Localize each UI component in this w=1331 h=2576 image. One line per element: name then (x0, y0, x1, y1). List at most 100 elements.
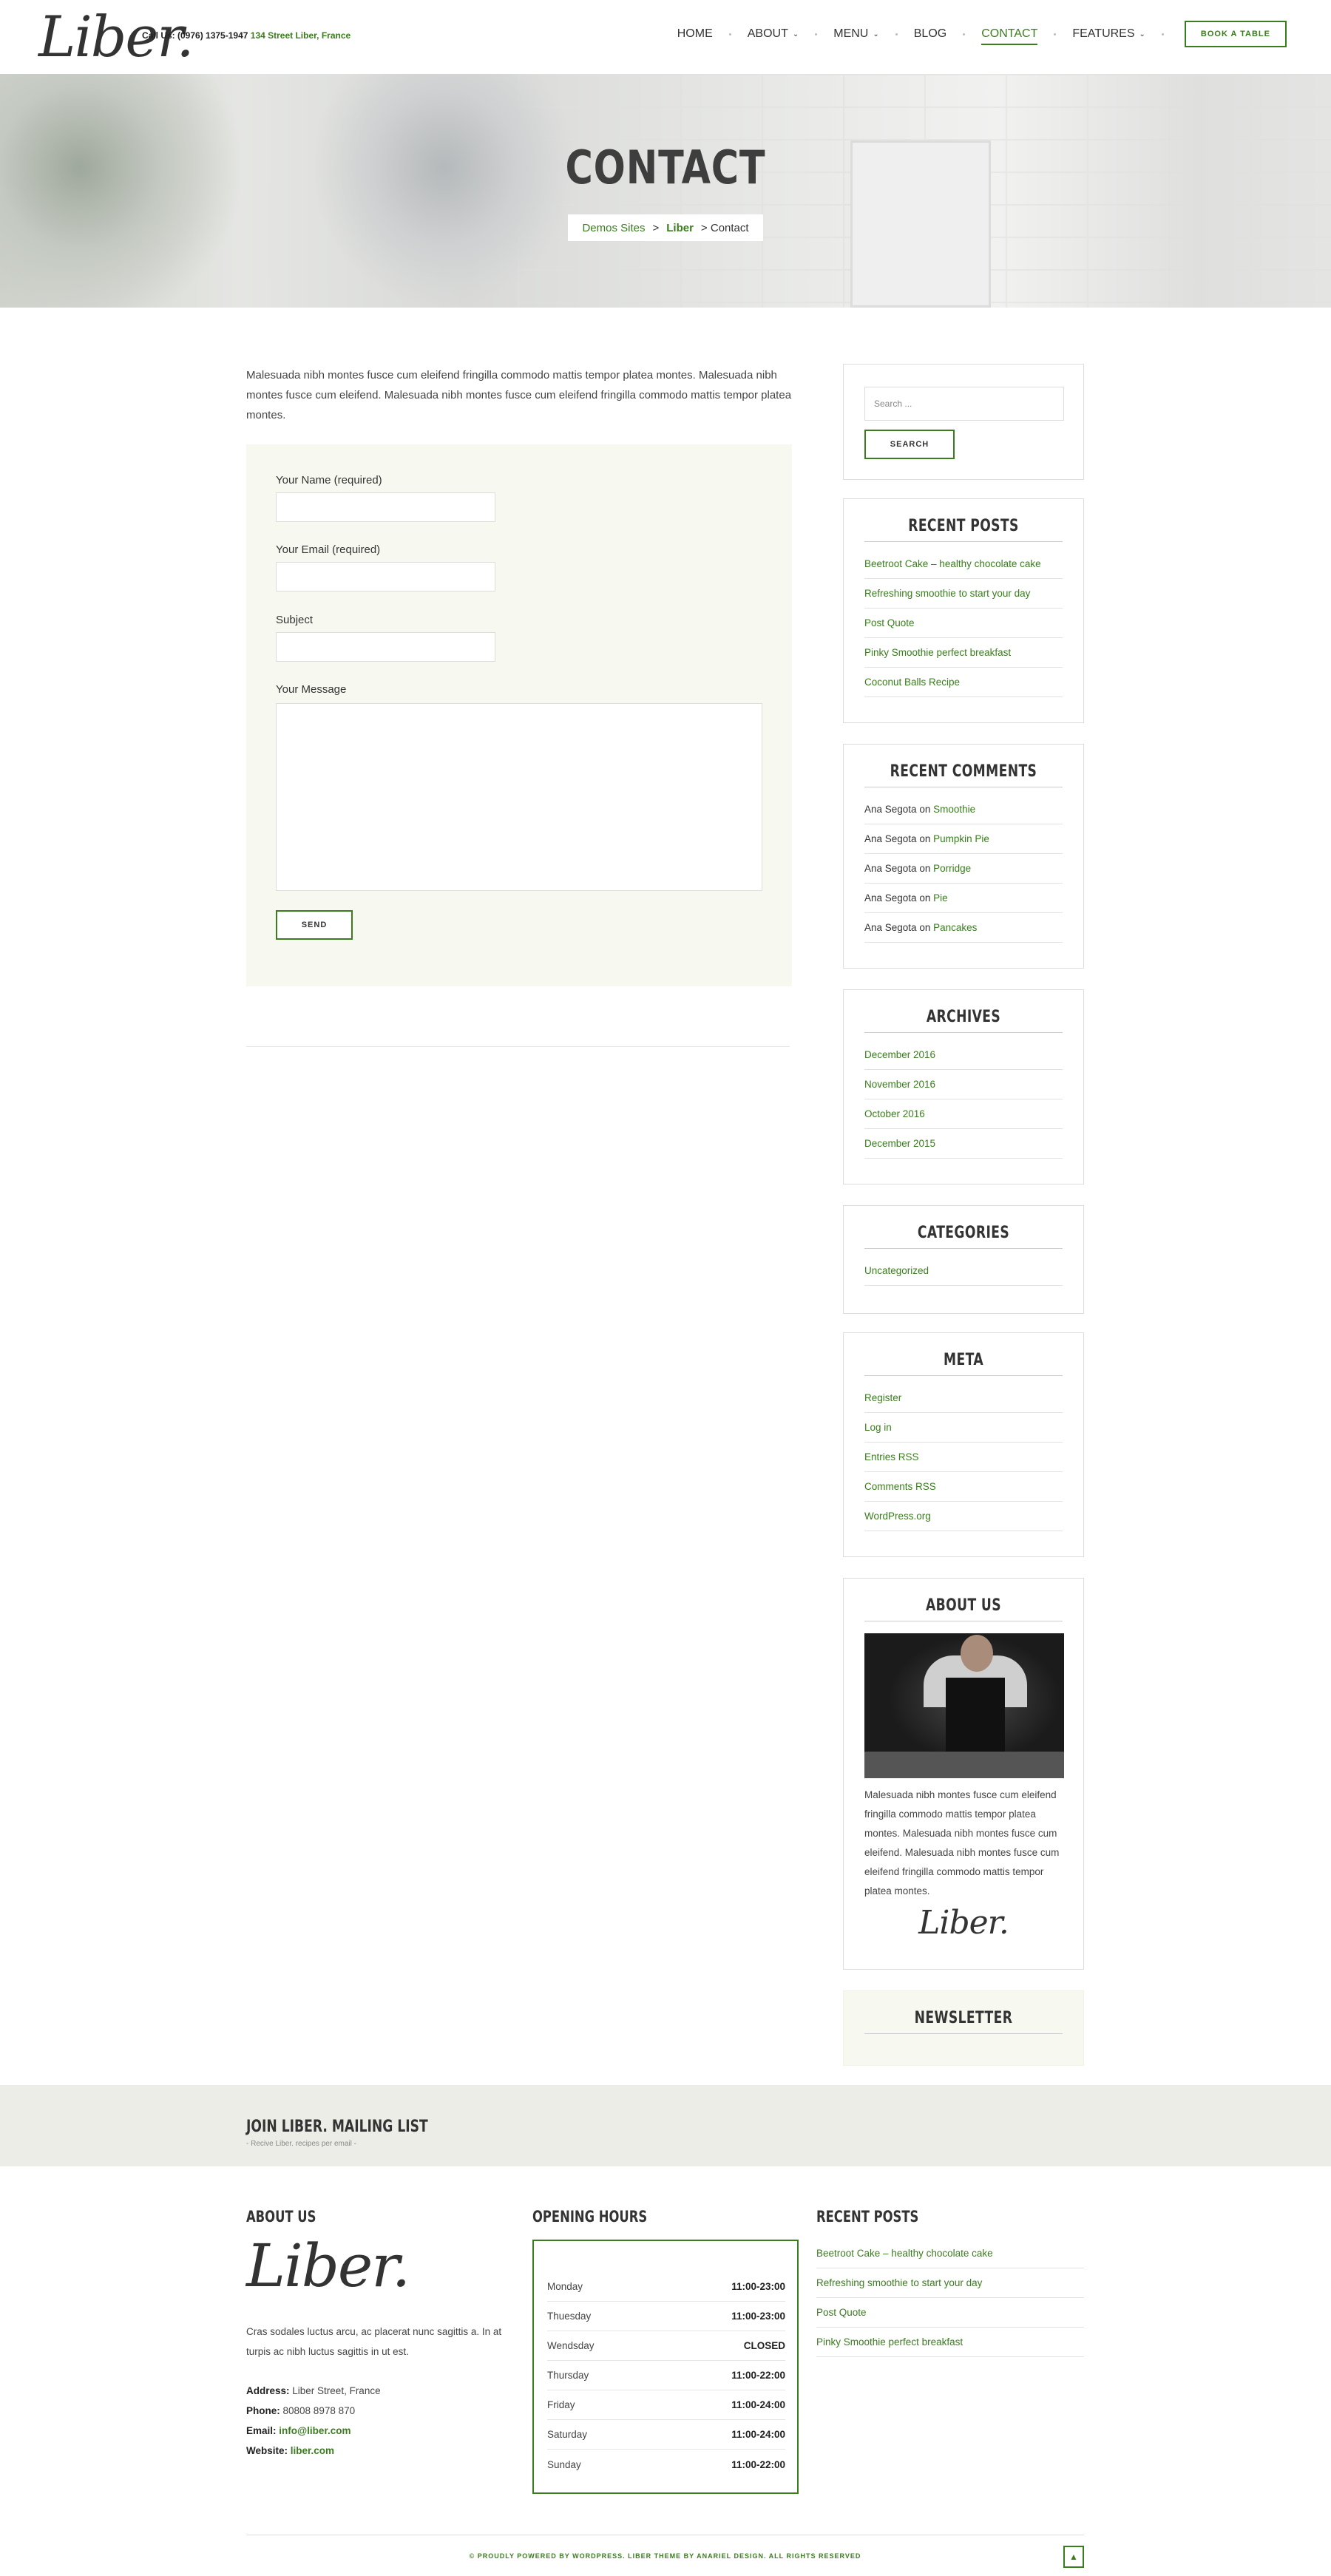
widget-title: META (943, 1351, 984, 1369)
footer-post-link[interactable]: Beetroot Cake – healthy chocolate cake (816, 2239, 1084, 2268)
meta-link[interactable]: Comments RSS (864, 1472, 1063, 1502)
comment-author: Ana Segota (864, 833, 917, 844)
email-link[interactable]: info@liber.com (279, 2425, 350, 2436)
categories-widget: CATEGORIES Uncategorized (843, 1205, 1084, 1314)
subject-input[interactable] (276, 632, 495, 662)
widget-title-divider (864, 1375, 1063, 1376)
nav-contact[interactable]: CONTACT (981, 27, 1038, 45)
nav-about-label: ABOUT (747, 27, 788, 40)
email-input[interactable] (276, 562, 495, 592)
hours-time: 11:00-23:00 (731, 2311, 785, 2322)
widget-title-divider (864, 541, 1063, 542)
category-link[interactable]: Uncategorized (864, 1256, 1063, 1286)
phone-label: Phone: (246, 2405, 280, 2416)
recent-post-link[interactable]: Beetroot Cake – healthy chocolate cake (864, 549, 1063, 579)
recent-post-link[interactable]: Coconut Balls Recipe (864, 668, 1063, 697)
archive-link[interactable]: October 2016 (864, 1099, 1063, 1129)
opening-hours-title: OPENING HOURS (532, 2208, 648, 2226)
footer-post-link[interactable]: Pinky Smoothie perfect breakfast (816, 2328, 1084, 2357)
hours-time: 11:00-24:00 (731, 2429, 785, 2440)
newsletter-widget: NEWSLETTER (843, 1990, 1084, 2066)
hours-row: Sunday 11:00-22:00 (547, 2450, 785, 2479)
name-input[interactable] (276, 492, 495, 522)
send-button[interactable]: SEND (276, 910, 353, 940)
breadcrumb-separator: > (652, 221, 660, 234)
email-label: Email: (246, 2425, 277, 2436)
nav-home[interactable]: HOME (677, 27, 713, 41)
nav-separator (1161, 33, 1164, 35)
name-label: Your Name (required) (276, 474, 382, 487)
widget-title-divider (864, 1248, 1063, 1249)
back-to-top-button[interactable]: ▲ (1063, 2546, 1084, 2568)
comment-post-link[interactable]: Pie (933, 892, 948, 904)
comment-post-link[interactable]: Pancakes (933, 922, 977, 933)
nav-blog-label: BLOG (913, 27, 947, 40)
comment-item: Ana Segota on Porridge (864, 854, 1063, 884)
search-widget: Search ... SEARCH (843, 364, 1084, 480)
meta-link[interactable]: Register (864, 1383, 1063, 1413)
footer-post-link[interactable]: Refreshing smoothie to start your day (816, 2268, 1084, 2298)
comment-item: Ana Segota on Smoothie (864, 795, 1063, 824)
recent-comments-widget: RECENT COMMENTS Ana Segota on Smoothie A… (843, 744, 1084, 969)
nav-separator (1054, 33, 1057, 35)
breadcrumb-site-link[interactable]: Liber (666, 222, 694, 234)
archive-link[interactable]: November 2016 (864, 1070, 1063, 1099)
message-label: Your Message (276, 683, 347, 696)
meta-link[interactable]: Log in (864, 1413, 1063, 1443)
hours-row: Wendsday CLOSED (547, 2331, 785, 2361)
footer-address: Address: Liber Street, France (246, 2381, 381, 2401)
recent-post-link[interactable]: Post Quote (864, 609, 1063, 638)
nav-separator (815, 33, 818, 35)
comment-post-link[interactable]: Porridge (933, 863, 971, 874)
comment-post-link[interactable]: Smoothie (933, 804, 975, 815)
search-input[interactable]: Search ... (864, 387, 1064, 421)
book-table-button[interactable]: BOOK A TABLE (1184, 21, 1287, 47)
hours-day: Friday (547, 2399, 575, 2410)
comment-post-link[interactable]: Pumpkin Pie (933, 833, 989, 844)
nav-separator (963, 33, 966, 35)
footer-website: Website: liber.com (246, 2441, 381, 2461)
breadcrumb-home-link[interactable]: Demos Sites (582, 222, 645, 234)
chevron-down-icon: ⌄ (792, 30, 799, 38)
comment-item: Ana Segota on Pie (864, 884, 1063, 913)
comment-author: Ana Segota (864, 804, 917, 815)
phone-value: 80808 8978 870 (282, 2405, 356, 2416)
breadcrumb-current: > Contact (701, 222, 749, 234)
about-widget: ABOUT US Malesuada nibh montes fusce cum… (843, 1578, 1084, 1970)
footer-contact-info: Address: Liber Street, France Phone: 808… (246, 2381, 381, 2461)
chef-photo-head (961, 1635, 993, 1672)
hours-day: Thursday (547, 2370, 589, 2381)
hours-row: Monday 11:00-23:00 (547, 2272, 785, 2302)
address-label: Address: (246, 2385, 290, 2396)
breadcrumb: Demos Sites > Liber > Contact (568, 214, 763, 241)
hours-row: Saturday 11:00-24:00 (547, 2420, 785, 2450)
chevron-down-icon: ⌄ (1139, 30, 1145, 38)
nav-about[interactable]: ABOUT ⌄ (748, 27, 799, 41)
meta-link[interactable]: WordPress.org (864, 1502, 1063, 1531)
archive-link[interactable]: December 2015 (864, 1129, 1063, 1159)
nav-menu[interactable]: MENU ⌄ (833, 27, 879, 41)
hours-row: Thursday 11:00-22:00 (547, 2361, 785, 2390)
footer-about-text: Cras sodales luctus arcu, ac placerat nu… (246, 2326, 502, 2357)
copyright-text: © PROUDLY POWERED BY WORDPRESS. LIBER TH… (469, 2552, 861, 2560)
nav-blog[interactable]: BLOG (914, 27, 946, 41)
nav-features-label: FEATURES (1072, 27, 1135, 40)
comment-on: on (919, 892, 931, 904)
widget-title: RECENT COMMENTS (890, 762, 1037, 781)
nav-home-label: HOME (677, 27, 713, 40)
message-textarea[interactable] (276, 703, 762, 891)
main-nav: HOME ABOUT ⌄ MENU ⌄ BLOG CONTACT FEATURES ⌄… (661, 19, 1287, 49)
archive-link[interactable]: December 2016 (864, 1040, 1063, 1070)
footer-post-link[interactable]: Post Quote (816, 2298, 1084, 2328)
meta-link[interactable]: Entries RSS (864, 1443, 1063, 1472)
recent-post-link[interactable]: Refreshing smoothie to start your day (864, 579, 1063, 609)
call-us-text: Call Us: (0976) 1375-1947 (142, 30, 248, 41)
header-address: 134 Street Liber, France (250, 30, 351, 41)
recent-post-link[interactable]: Pinky Smoothie perfect breakfast (864, 638, 1063, 668)
recent-comments-list: Ana Segota on Smoothie Ana Segota on Pum… (864, 795, 1063, 943)
website-label: Website: (246, 2445, 288, 2456)
nav-separator (728, 33, 731, 35)
nav-features[interactable]: FEATURES ⌄ (1072, 27, 1145, 41)
website-link[interactable]: liber.com (291, 2445, 334, 2456)
search-button[interactable]: SEARCH (864, 430, 955, 459)
